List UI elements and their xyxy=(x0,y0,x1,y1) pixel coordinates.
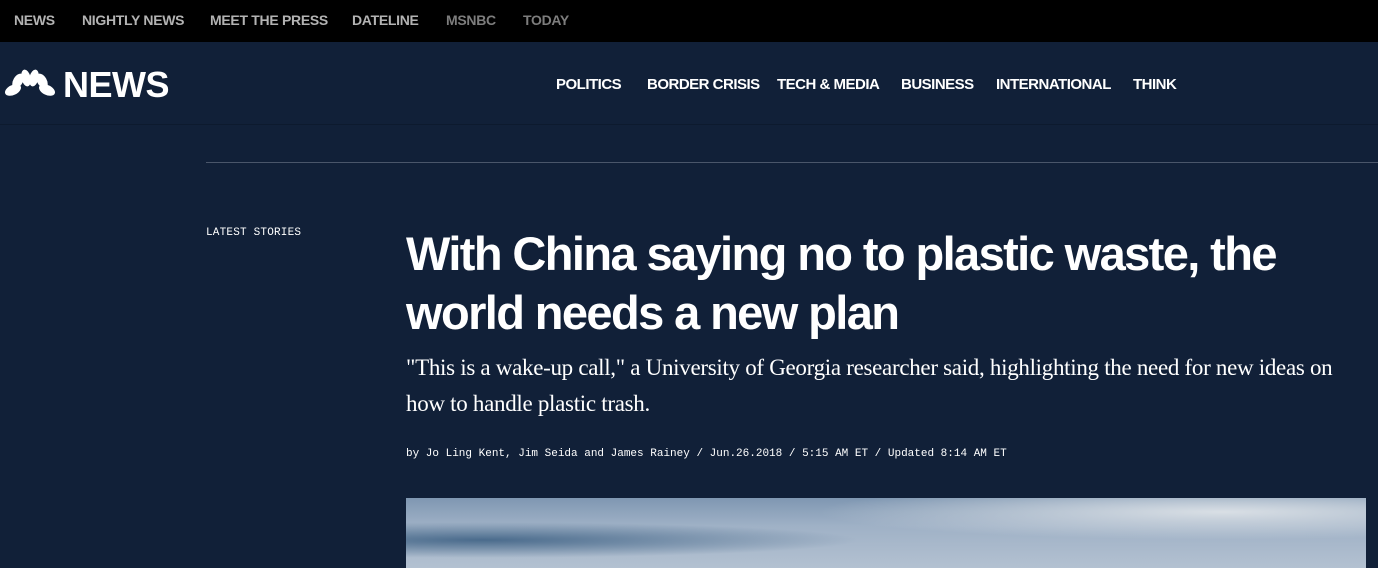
latest-stories-label[interactable]: LATEST STORIES xyxy=(206,227,301,239)
nav-tech-media[interactable]: TECH & MEDIA xyxy=(777,76,880,93)
network-top-bar: NEWS NIGHTLY NEWS MEET THE PRESS DATELIN… xyxy=(0,0,1378,42)
nav-think[interactable]: THINK xyxy=(1133,76,1177,93)
main-header: NEWS POLITICS BORDER CRISIS TECH & MEDIA… xyxy=(0,42,1378,125)
section-divider xyxy=(206,162,1378,163)
top-nav-nightly-news[interactable]: NIGHTLY NEWS xyxy=(82,12,185,28)
hero-image xyxy=(406,498,1366,568)
article-headline: With China saying no to plastic waste, t… xyxy=(406,227,1277,339)
top-nav-meet-the-press[interactable]: MEET THE PRESS xyxy=(210,12,328,28)
peacock-icon xyxy=(5,69,55,96)
top-nav-news[interactable]: NEWS xyxy=(14,12,55,28)
top-nav-dateline[interactable]: DATELINE xyxy=(352,12,419,28)
logo-wordmark: NEWS xyxy=(63,64,170,105)
nav-business[interactable]: BUSINESS xyxy=(901,76,974,93)
nav-politics[interactable]: POLITICS xyxy=(556,76,622,93)
top-nav-today[interactable]: TODAY xyxy=(523,12,569,28)
top-nav-msnbc[interactable]: MSNBC xyxy=(446,12,496,28)
article-dek: "This is a wake-up call," a University o… xyxy=(406,355,1333,416)
nbc-news-logo[interactable]: NEWS xyxy=(4,64,194,105)
article-byline: by Jo Ling Kent, Jim Seida and James Rai… xyxy=(406,448,1007,460)
nav-border-crisis[interactable]: BORDER CRISIS xyxy=(647,76,760,93)
nav-international[interactable]: INTERNATIONAL xyxy=(996,76,1111,93)
